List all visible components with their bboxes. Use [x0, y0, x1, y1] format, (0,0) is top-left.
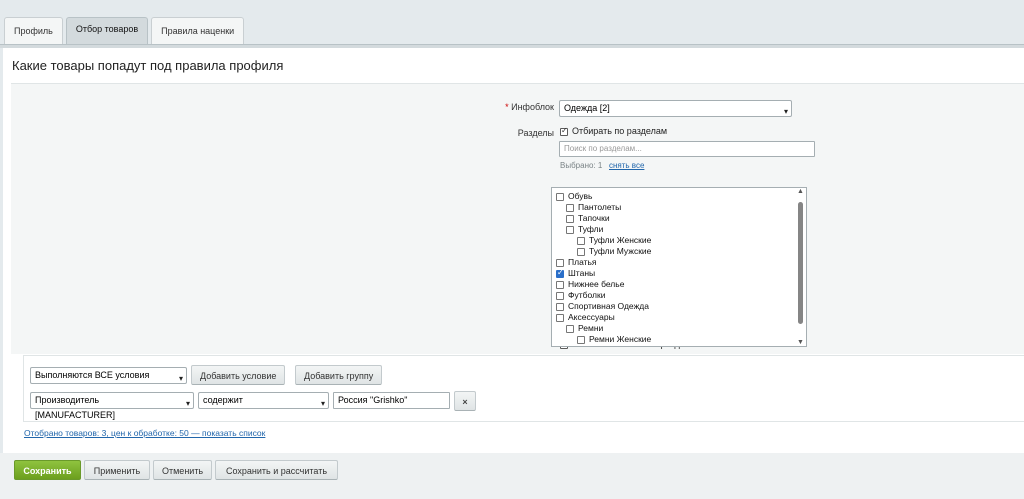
- tab-bar: Профиль Отбор товаров Правила наценки: [4, 17, 245, 44]
- tab-profile[interactable]: Профиль: [4, 17, 63, 44]
- chevron-down-icon: ▾: [783, 107, 788, 116]
- section-tree[interactable]: Обувь Пантолеты Тапочки Туфли Туфли Женские Т…: [551, 187, 807, 347]
- condition-value-input[interactable]: Россия "Grishko": [333, 392, 450, 409]
- tree-item-checkbox[interactable]: [556, 291, 564, 300]
- tree-item-checkbox[interactable]: [577, 335, 585, 344]
- scroll-down-icon[interactable]: ▼: [797, 339, 804, 346]
- tab-label: Отбор товаров: [75, 24, 139, 34]
- filter-by-sections-checkbox[interactable]: [560, 126, 568, 136]
- tree-item[interactable]: Туфли Женские: [577, 235, 651, 245]
- tree-item[interactable]: Обувь: [556, 191, 593, 201]
- scroll-up-icon[interactable]: ▲: [797, 188, 804, 195]
- tab-product-selection[interactable]: Отбор товаров: [65, 17, 149, 44]
- tree-item[interactable]: Нижнее белье: [556, 279, 624, 289]
- condition-field-value: Производитель [MANUFACTURER]: [35, 395, 116, 420]
- iblock-select-value: Одежда [2]: [564, 103, 610, 113]
- sections-label: Разделы: [517, 128, 554, 138]
- tree-item-checkbox[interactable]: [556, 192, 564, 201]
- tree-item-label: Аксессуары: [568, 312, 615, 322]
- main-panel: Какие товары попадут под правила профиля…: [3, 48, 1024, 453]
- tree-item-checkbox[interactable]: [566, 225, 574, 234]
- remove-condition-button[interactable]: ×: [454, 391, 476, 411]
- tree-item-checkbox[interactable]: [556, 313, 564, 322]
- tree-item[interactable]: Штаны: [556, 268, 595, 278]
- tree-item-checkbox[interactable]: [566, 324, 574, 333]
- required-mark: *: [505, 102, 509, 112]
- page-title: Какие товары попадут под правила профиля: [12, 58, 284, 73]
- tree-item-checkbox[interactable]: [556, 280, 564, 289]
- tree-item[interactable]: Платья: [556, 257, 597, 267]
- tree-item-label: Туфли Мужские: [589, 246, 652, 256]
- tree-item-label: Туфли Женские: [589, 235, 652, 245]
- tree-item-checkbox[interactable]: [577, 247, 585, 256]
- section-form: * Инфоблок Одежда [2] ▾ Разделы Отбирать…: [11, 83, 1024, 354]
- logic-value: Выполняются ВСЕ условия: [35, 370, 150, 380]
- save-button[interactable]: Сохранить: [14, 460, 81, 480]
- section-search-input[interactable]: Поиск по разделам...: [559, 141, 815, 157]
- tree-item-label: Спортивная Одежда: [568, 301, 649, 311]
- conditions-logic-select[interactable]: Выполняются ВСЕ условия ▾: [30, 367, 187, 384]
- selected-count-text: Выбрано: 1: [560, 161, 603, 170]
- iblock-select[interactable]: Одежда [2] ▾: [559, 100, 792, 117]
- iblock-label: * Инфоблок: [505, 102, 554, 112]
- tree-item-label: Нижнее белье: [568, 279, 625, 289]
- tree-item[interactable]: Туфли: [566, 224, 603, 234]
- tree-item-label: Тапочки: [578, 213, 610, 223]
- condition-operator-value: содержит: [203, 395, 243, 405]
- tree-item[interactable]: Тапочки: [566, 213, 610, 223]
- tree-item[interactable]: Спортивная Одежда: [556, 301, 649, 311]
- add-group-button[interactable]: Добавить группу: [295, 365, 383, 385]
- chevron-down-icon: ▾: [178, 374, 183, 383]
- cancel-button[interactable]: Отменить: [153, 460, 212, 480]
- tree-item[interactable]: Туфли Мужские: [577, 246, 651, 256]
- scroll-thumb[interactable]: [798, 202, 803, 324]
- condition-field-select[interactable]: Производитель [MANUFACTURER] ▾: [30, 392, 194, 420]
- tree-item-label: Ремни Женские: [589, 334, 652, 344]
- tree-item-checkbox[interactable]: [556, 258, 564, 267]
- tree-item[interactable]: Ремни: [566, 323, 603, 333]
- add-condition-button[interactable]: Добавить условие: [191, 365, 286, 385]
- tree-item[interactable]: Футболки: [556, 290, 605, 300]
- tree-item[interactable]: Пантолеты: [566, 202, 621, 212]
- tree-item-checkbox[interactable]: [566, 214, 574, 223]
- tree-item-checkbox[interactable]: [556, 268, 564, 278]
- summary-link[interactable]: Отобрано товаров: 3, цен к обработке: 50…: [24, 428, 265, 438]
- tree-item[interactable]: Аксессуары: [556, 312, 615, 322]
- conditions-block: Выполняются ВСЕ условия ▾ Добавить услов…: [23, 355, 1024, 422]
- tree-item-checkbox[interactable]: [577, 236, 585, 245]
- tree-item-label: Туфли: [578, 224, 604, 234]
- filter-by-sections[interactable]: Отбирать по разделам: [560, 126, 667, 136]
- tree-item-checkbox[interactable]: [566, 203, 574, 212]
- tree-scrollbar[interactable]: ▲ ▼: [796, 188, 805, 346]
- selected-count: Выбрано: 1 снять все: [560, 161, 644, 170]
- tree-item-label: Штаны: [568, 268, 596, 278]
- tree-item-checkbox[interactable]: [556, 302, 564, 311]
- iblock-label-text: Инфоблок: [511, 102, 554, 112]
- tree-item-label: Платья: [568, 257, 597, 267]
- tree-item-label: Пантолеты: [578, 202, 622, 212]
- apply-button[interactable]: Применить: [84, 460, 150, 480]
- tab-markup-rules[interactable]: Правила наценки: [151, 17, 245, 44]
- footer-bar: Сохранить Применить Отменить Сохранить и…: [0, 453, 1024, 499]
- tree-item-label: Ремни: [578, 323, 604, 333]
- tree-item-label: Футболки: [568, 290, 606, 300]
- condition-operator-select[interactable]: содержит ▾: [198, 392, 329, 409]
- save-calculate-button[interactable]: Сохранить и рассчитать: [215, 460, 338, 480]
- filter-by-sections-label: Отбирать по разделам: [572, 126, 668, 136]
- clear-all-link[interactable]: снять все: [609, 161, 644, 170]
- chevron-down-icon: ▾: [320, 399, 325, 408]
- chevron-down-icon: ▾: [185, 399, 190, 408]
- tree-item-label: Обувь: [568, 191, 593, 201]
- tree-item[interactable]: Ремни Женские: [577, 334, 651, 344]
